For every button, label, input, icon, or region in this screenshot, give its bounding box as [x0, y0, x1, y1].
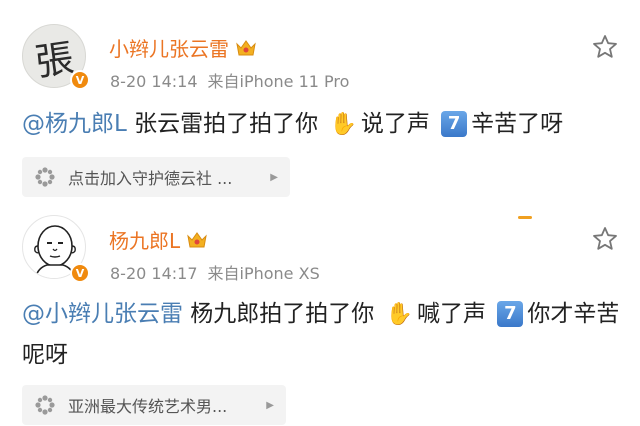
- waving-hand-icon: ✋: [385, 302, 414, 327]
- weibo-post-2: V 杨九郎L 8-20 14:17 来自iPhone XS @小辫儿张云雷 杨九郎…: [0, 205, 640, 426]
- content-text: 杨九郎拍了拍了你: [183, 301, 375, 327]
- post-time: 8-20 14:14: [110, 72, 198, 91]
- triangle-right-icon: ▶: [270, 171, 278, 183]
- post-source: 来自iPhone XS: [207, 264, 320, 283]
- post-time: 8-20 14:17: [110, 264, 198, 283]
- verified-badge: V: [70, 263, 90, 283]
- post-meta: 8-20 14:14 来自iPhone 11 Pro: [110, 68, 349, 92]
- star-icon[interactable]: [591, 33, 619, 61]
- keycap-number: 7: [497, 301, 524, 327]
- author-name-text: 杨九郎L: [109, 229, 181, 253]
- mention-link[interactable]: @杨九郎L: [22, 111, 127, 137]
- verified-badge: V: [70, 70, 90, 90]
- gear-icon: [35, 167, 55, 187]
- keycap-number: 7: [441, 111, 468, 137]
- content-text: 辛苦了呀: [471, 111, 564, 137]
- author-name-text: 小辫儿张云雷: [109, 37, 229, 61]
- triangle-right-icon: ▶: [266, 399, 274, 411]
- waving-hand-icon: ✋: [329, 112, 357, 137]
- post-content: @杨九郎L 张云雷拍了拍了你 ✋ 说了声 7 辛苦了呀: [22, 104, 620, 145]
- content-text: 喊了声: [417, 301, 487, 327]
- post-meta: 8-20 14:17 来自iPhone XS: [110, 260, 320, 284]
- decorative-mark: [518, 216, 532, 219]
- post-content: @小辫儿张云雷 杨九郎拍了拍了你 ✋ 喊了声 7 你才辛苦呢呀: [22, 294, 620, 375]
- crown-icon: [187, 231, 207, 247]
- mention-link[interactable]: @小辫儿张云雷: [22, 301, 183, 327]
- author-name[interactable]: 杨九郎L: [109, 225, 208, 254]
- post-source: 来自iPhone 11 Pro: [207, 72, 350, 91]
- content-text: 张云雷拍了拍了你: [126, 111, 319, 137]
- link-card[interactable]: 点击加入守护德云社 ... ▶: [22, 157, 290, 197]
- link-card[interactable]: 亚洲最大传统艺术男... ▶: [22, 385, 286, 425]
- content-text: 说了声: [360, 111, 430, 137]
- weibo-post-1: 張 V 小辫儿张云雷 8-20 14:14 来自iPhone 11 Pro @杨九…: [0, 0, 640, 205]
- author-name[interactable]: 小辫儿张云雷: [109, 33, 257, 62]
- star-icon[interactable]: [591, 225, 619, 253]
- card-label: 点击加入守护德云社 ...: [68, 169, 233, 188]
- card-label: 亚洲最大传统艺术男...: [68, 397, 228, 416]
- crown-icon: [236, 39, 256, 55]
- gear-icon: [35, 395, 55, 415]
